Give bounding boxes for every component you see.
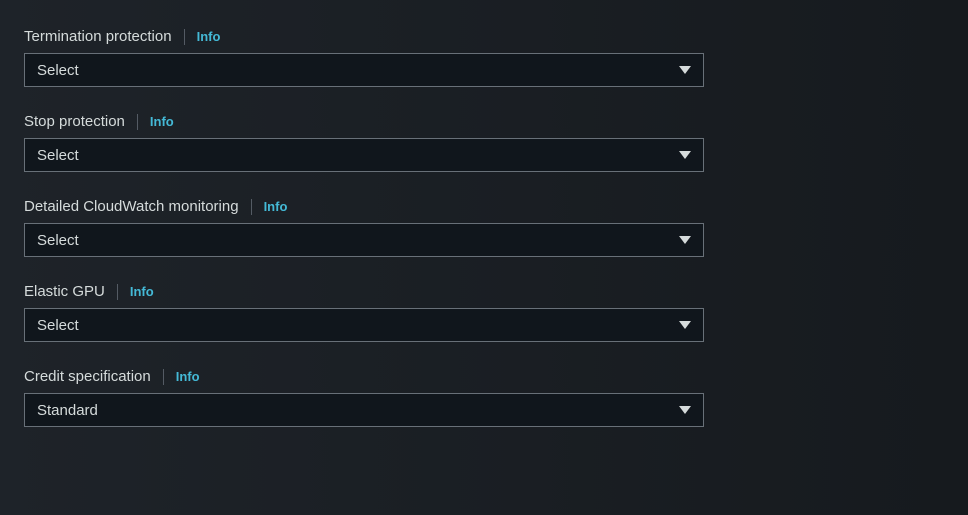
info-link[interactable]: Info [130,284,154,299]
stop-protection-group: Stop protection Info Select [24,113,944,172]
elastic-gpu-select[interactable]: Select [24,308,704,342]
chevron-down-icon [679,236,691,244]
select-value: Standard [37,402,98,419]
cloudwatch-monitoring-label: Detailed CloudWatch monitoring [24,198,239,215]
stop-protection-select[interactable]: Select [24,138,704,172]
info-link[interactable]: Info [197,29,221,44]
cloudwatch-monitoring-group: Detailed CloudWatch monitoring Info Sele… [24,198,944,257]
chevron-down-icon [679,406,691,414]
termination-protection-select[interactable]: Select [24,53,704,87]
label-divider [117,284,118,300]
cloudwatch-monitoring-select[interactable]: Select [24,223,704,257]
select-value: Select [37,232,79,249]
label-divider [184,29,185,45]
label-row: Termination protection Info [24,28,944,45]
label-row: Stop protection Info [24,113,944,130]
label-divider [251,199,252,215]
label-row: Elastic GPU Info [24,283,944,300]
stop-protection-label: Stop protection [24,113,125,130]
elastic-gpu-group: Elastic GPU Info Select [24,283,944,342]
label-row: Detailed CloudWatch monitoring Info [24,198,944,215]
select-value: Select [37,147,79,164]
info-link[interactable]: Info [264,199,288,214]
select-value: Select [37,62,79,79]
chevron-down-icon [679,66,691,74]
chevron-down-icon [679,321,691,329]
termination-protection-group: Termination protection Info Select [24,28,944,87]
info-link[interactable]: Info [176,369,200,384]
label-row: Credit specification Info [24,368,944,385]
label-divider [137,114,138,130]
select-value: Select [37,317,79,334]
credit-specification-group: Credit specification Info Standard [24,368,944,427]
info-link[interactable]: Info [150,114,174,129]
termination-protection-label: Termination protection [24,28,172,45]
credit-specification-select[interactable]: Standard [24,393,704,427]
elastic-gpu-label: Elastic GPU [24,283,105,300]
credit-specification-label: Credit specification [24,368,151,385]
label-divider [163,369,164,385]
chevron-down-icon [679,151,691,159]
